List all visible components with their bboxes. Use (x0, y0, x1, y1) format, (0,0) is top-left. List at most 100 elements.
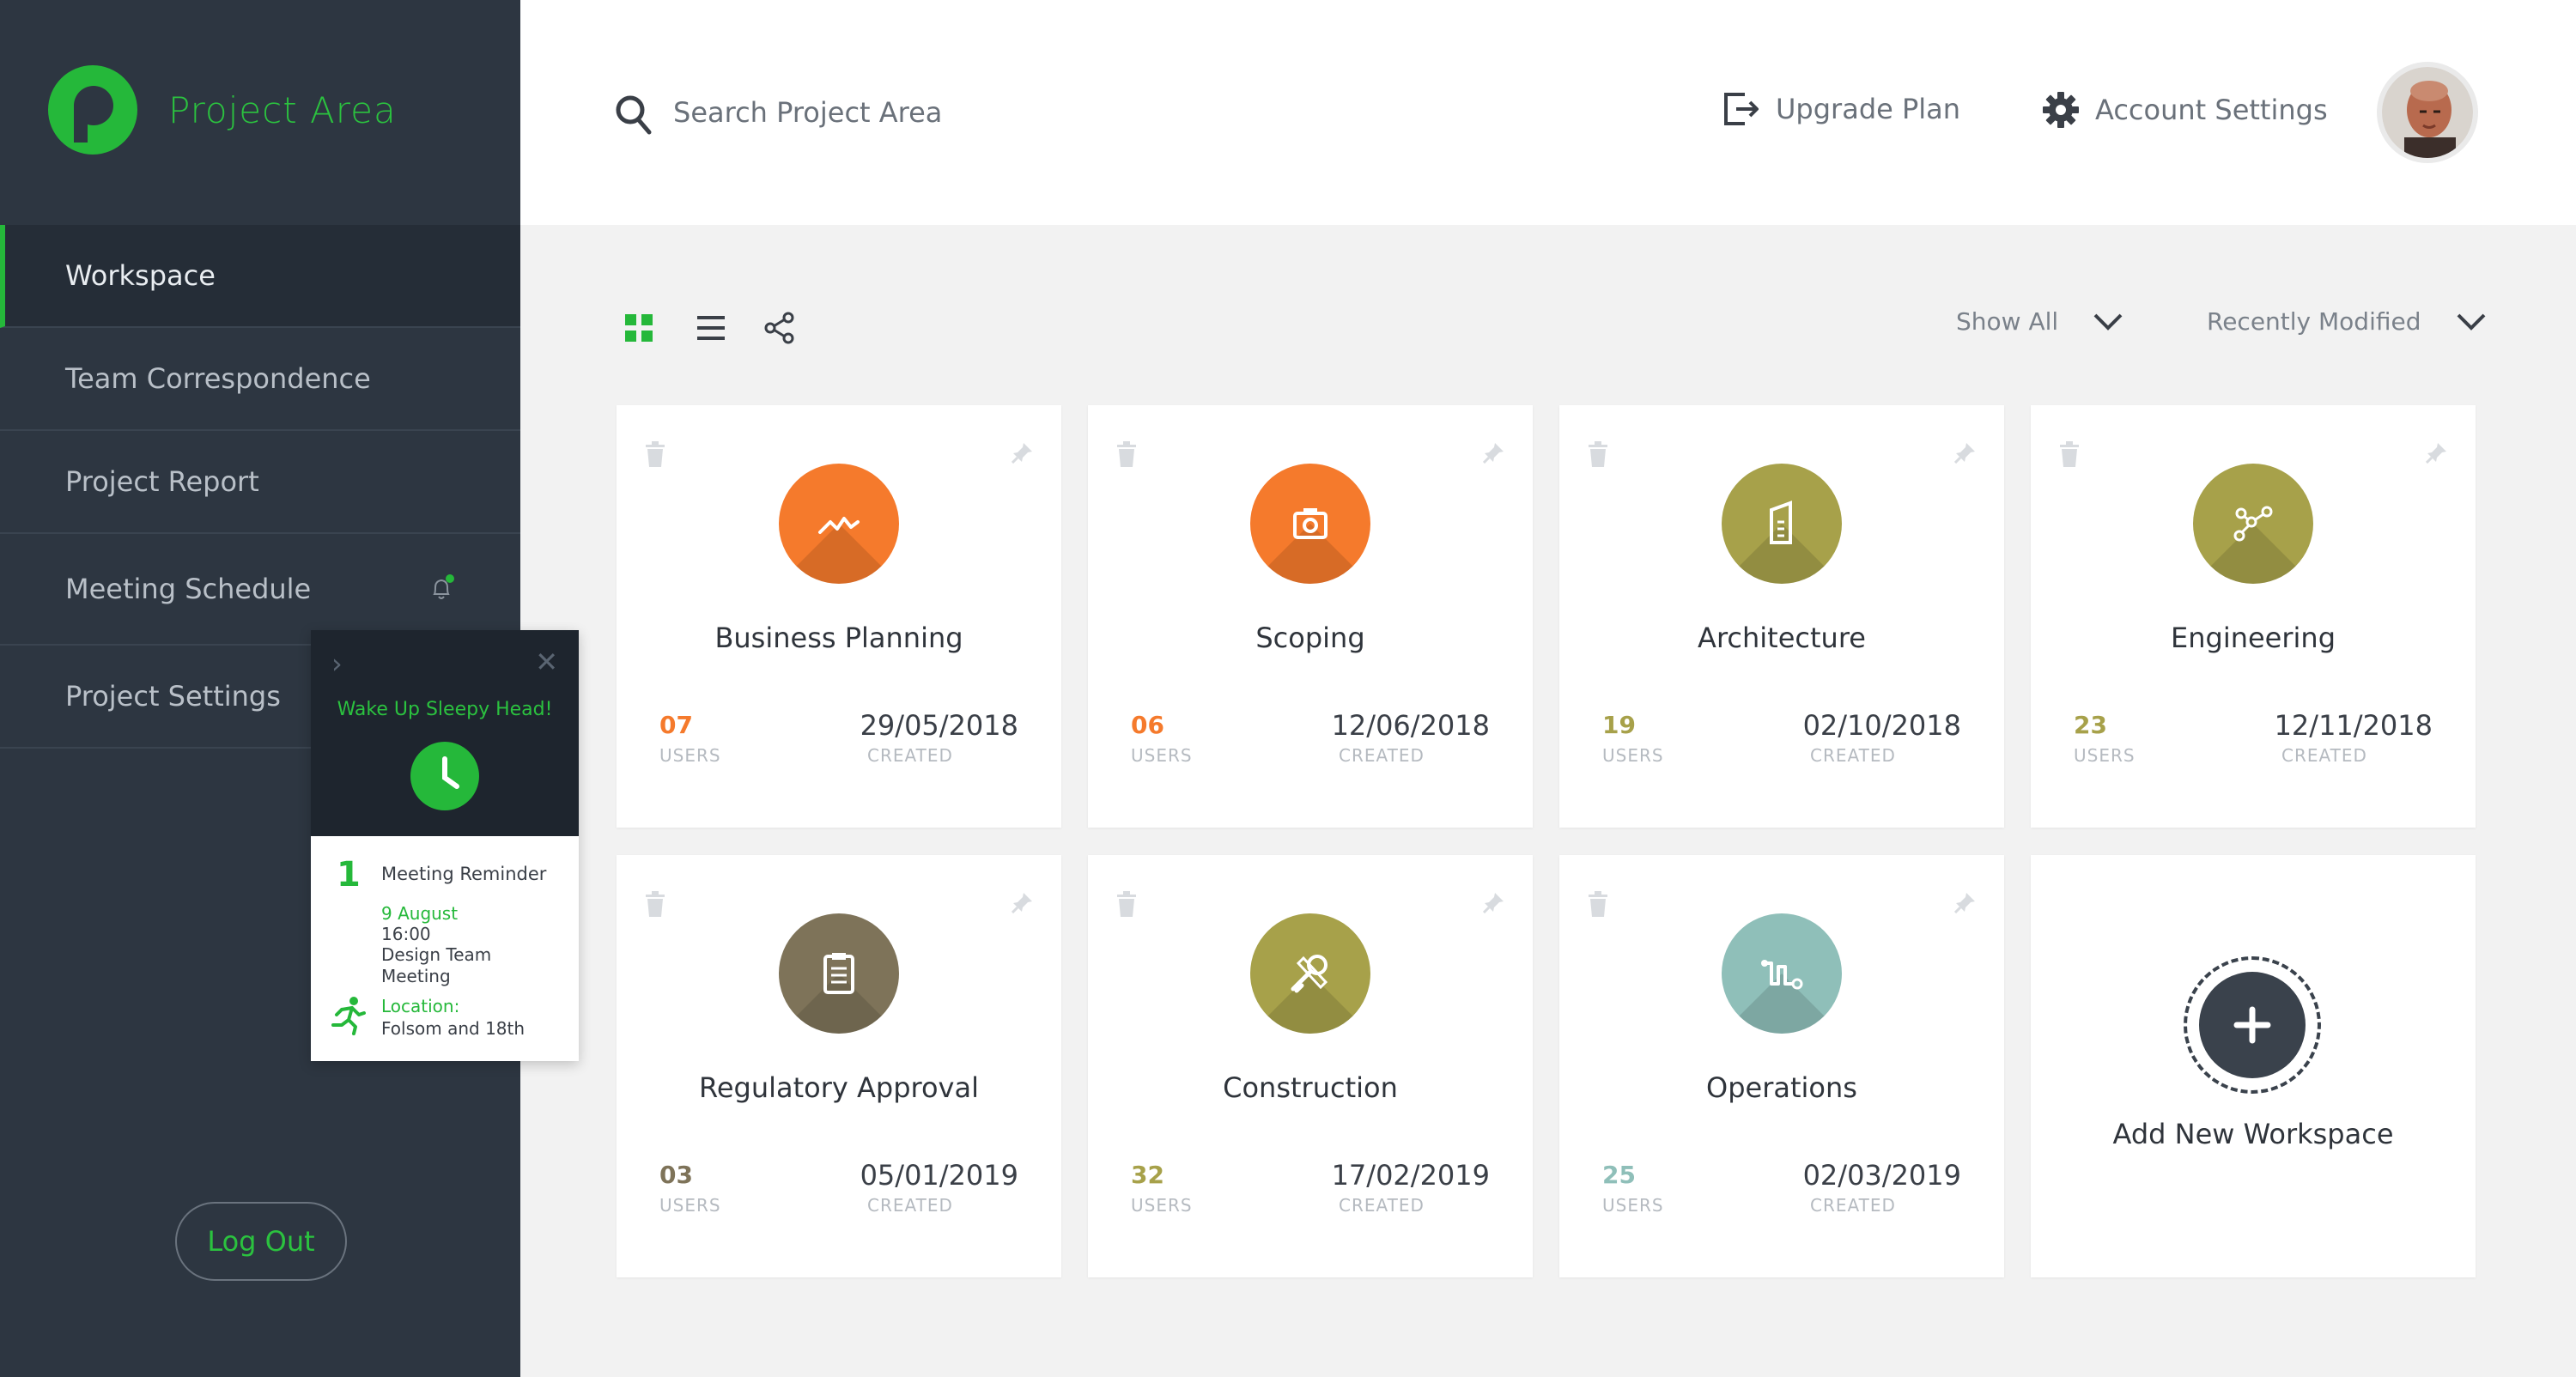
sidebar-item-label: Workspace (65, 259, 216, 292)
location-label: Location: (381, 996, 460, 1016)
workspace-card-business-planning[interactable]: Business Planning 07 USERS 29/05/2018 CR… (617, 405, 1061, 828)
pin-icon[interactable] (1954, 891, 1977, 913)
plus-icon[interactable] (2184, 956, 2321, 1094)
card-title: Operations (1706, 1071, 1857, 1104)
filter-dropdown[interactable]: Show All (1956, 307, 2123, 336)
search-icon[interactable] (615, 94, 653, 136)
sidebar-item-label: Project Report (65, 465, 259, 498)
add-workspace-card[interactable]: Add New Workspace (2031, 855, 2476, 1277)
toolbar: Show All Recently Modified (520, 225, 2576, 397)
trash-icon[interactable] (1115, 891, 1138, 917)
card-created-label: CREATED (1810, 1195, 1896, 1216)
workspace-card-architecture[interactable]: Architecture 19 USERS 02/10/2018 CREATED (1559, 405, 2004, 828)
card-title: Regulatory Approval (699, 1071, 979, 1104)
card-created-date: 02/03/2019 (1802, 1159, 1961, 1192)
sort-label: Recently Modified (2207, 307, 2421, 336)
pin-icon[interactable] (1012, 891, 1034, 913)
card-users-count: 19 (1602, 711, 1636, 739)
card-created-date: 29/05/2018 (860, 709, 1018, 742)
trash-icon[interactable] (1587, 891, 1609, 917)
card-users-label: USERS (1131, 745, 1193, 766)
chevron-down-icon (2093, 313, 2123, 331)
list-view-icon[interactable] (694, 311, 728, 345)
card-title: Scoping (1255, 622, 1365, 654)
account-settings-label: Account Settings (2095, 94, 2328, 126)
card-created-date: 02/10/2018 (1802, 709, 1961, 742)
pin-icon[interactable] (1954, 441, 1977, 464)
card-created-date: 17/02/2019 (1331, 1159, 1490, 1192)
tools-icon (1250, 913, 1370, 1034)
workspace-card-regulatory-approval[interactable]: Regulatory Approval 03 USERS 05/01/2019 … (617, 855, 1061, 1277)
avatar[interactable] (2377, 62, 2478, 163)
reminder-time: 16:00 (381, 924, 431, 944)
card-created-label: CREATED (1810, 745, 1896, 766)
popup-header: › ✕ Wake Up Sleepy Head! (311, 630, 579, 836)
reminder-meeting: Design Team Meeting (381, 944, 492, 986)
workspace-card-construction[interactable]: Construction 32 USERS 17/02/2019 CREATED (1088, 855, 1533, 1277)
card-users-label: USERS (2074, 745, 2136, 766)
popup-body: 1 Meeting Reminder 9 August 16:00 Design… (311, 836, 579, 1061)
chevron-down-icon (2457, 313, 2485, 331)
sidebar-item-workspace[interactable]: Workspace (0, 225, 520, 328)
close-icon[interactable]: ✕ (535, 646, 558, 678)
trash-icon[interactable] (2058, 441, 2081, 467)
brand[interactable]: Project Area (48, 65, 397, 155)
card-users-label: USERS (659, 1195, 721, 1216)
card-title: Engineering (2171, 622, 2336, 654)
card-users-count: 07 (659, 711, 693, 739)
grid-view-icon[interactable] (622, 311, 656, 345)
card-users-count: 23 (2074, 711, 2107, 739)
sort-dropdown[interactable]: Recently Modified (2207, 307, 2487, 336)
reminder-title: Meeting Reminder (381, 864, 547, 884)
flow-icon (1722, 913, 1842, 1034)
brand-name: Project Area (168, 88, 397, 131)
reminder-date: 9 August (381, 903, 459, 924)
upgrade-plan-link[interactable]: Upgrade Plan (1722, 91, 1960, 127)
pin-icon[interactable] (1012, 441, 1034, 464)
running-person-icon (331, 997, 366, 1035)
trash-icon[interactable] (1115, 441, 1138, 467)
card-created-date: 12/06/2018 (1331, 709, 1490, 742)
sidebar-item-label: Meeting Schedule (65, 573, 312, 605)
pin-icon[interactable] (1483, 441, 1505, 464)
bell-icon[interactable] (429, 573, 455, 603)
upgrade-plan-label: Upgrade Plan (1776, 93, 1961, 125)
card-title: Architecture (1698, 622, 1866, 654)
card-users-count: 03 (659, 1161, 693, 1189)
pin-icon[interactable] (1483, 891, 1505, 913)
logout-button[interactable]: Log Out (175, 1202, 347, 1281)
workspace-card-engineering[interactable]: Engineering 23 USERS 12/11/2018 CREATED (2031, 405, 2476, 828)
card-created-label: CREATED (1339, 1195, 1425, 1216)
top-header: Upgrade Plan Account Settings (520, 0, 2576, 225)
reminder-count: 1 (337, 855, 361, 895)
sidebar-item-project-report[interactable]: Project Report (0, 431, 520, 534)
workspace-card-operations[interactable]: Operations 25 USERS 02/03/2019 CREATED (1559, 855, 2004, 1277)
location-value: Folsom and 18th (381, 1018, 526, 1039)
building-icon (1722, 464, 1842, 584)
trash-icon[interactable] (644, 891, 666, 917)
sidebar-item-team-correspondence[interactable]: Team Correspondence (0, 328, 520, 431)
export-icon (1724, 93, 1759, 125)
sidebar-item-meeting-schedule[interactable]: Meeting Schedule (0, 534, 520, 646)
logo-icon (48, 65, 137, 155)
activity-icon (779, 464, 899, 584)
clock-icon (410, 742, 479, 810)
chevron-right-icon[interactable]: › (331, 647, 343, 680)
popup-headline: Wake Up Sleepy Head! (337, 699, 553, 720)
account-settings-link[interactable]: Account Settings (2042, 91, 2328, 129)
sidebar-item-label: Team Correspondence (65, 362, 371, 395)
trash-icon[interactable] (1587, 441, 1609, 467)
workspace-card-scoping[interactable]: Scoping 06 USERS 12/06/2018 CREATED (1088, 405, 1533, 828)
scope-icon (1250, 464, 1370, 584)
search-input[interactable] (673, 91, 1188, 134)
card-created-date: 12/11/2018 (2274, 709, 2433, 742)
share-icon[interactable] (762, 311, 797, 345)
trash-icon[interactable] (644, 441, 666, 467)
card-users-label: USERS (1131, 1195, 1193, 1216)
card-created-label: CREATED (1339, 745, 1425, 766)
card-created-date: 05/01/2019 (860, 1159, 1018, 1192)
pin-icon[interactable] (2426, 441, 2448, 464)
card-title: Construction (1223, 1071, 1398, 1104)
card-users-count: 32 (1131, 1161, 1164, 1189)
clipboard-icon (779, 913, 899, 1034)
